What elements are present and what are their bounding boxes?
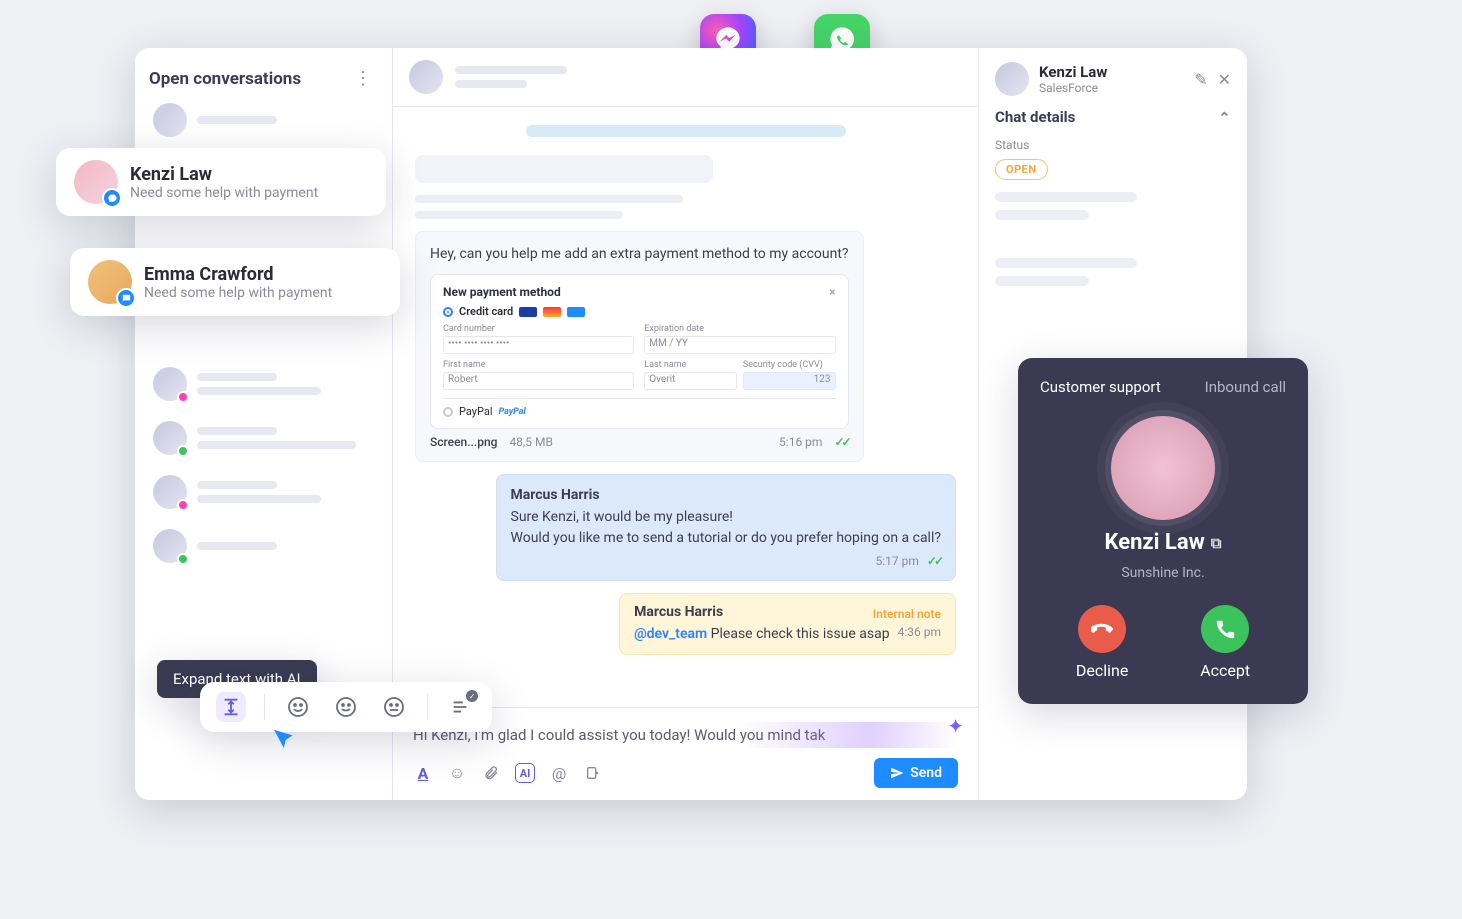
close-icon[interactable]: ✕	[1218, 70, 1231, 89]
summarize-icon[interactable]: ✓	[446, 692, 476, 722]
radio-empty-icon[interactable]	[443, 407, 453, 417]
phone-hangup-icon	[1078, 605, 1126, 653]
messenger-channel-icon	[102, 188, 122, 208]
cursor-icon	[269, 724, 300, 760]
message-text: Sure Kenzi, it would be my pleasure! Wou…	[511, 507, 942, 548]
conversation-item[interactable]	[149, 93, 378, 147]
note-sender: Marcus Harris	[634, 604, 723, 620]
avatar	[74, 160, 118, 204]
caller-company: Sunshine Inc.	[1121, 565, 1204, 581]
ai-suggestion-highlight	[738, 722, 958, 748]
paypal-option: PayPal	[459, 405, 493, 418]
first-name-input[interactable]: Robert	[443, 372, 634, 390]
mastercard-icon	[543, 307, 561, 317]
sidebar-menu-button[interactable]: ⋮	[348, 64, 378, 93]
call-type: Inbound call	[1205, 378, 1286, 396]
ai-button[interactable]: AI	[515, 763, 535, 783]
close-icon[interactable]: ×	[829, 285, 835, 299]
note-body: Please check this issue asap	[711, 626, 890, 642]
check-badge-icon: ✓	[466, 690, 478, 702]
last-name-label: Last name	[644, 360, 737, 370]
emoji-neutral-icon[interactable]	[379, 692, 409, 722]
insert-template-icon[interactable]	[583, 763, 603, 783]
emoji-icon[interactable]: ☺	[447, 763, 467, 783]
mention[interactable]: @dev_team	[634, 626, 707, 642]
message-skeleton	[415, 195, 713, 219]
avatar	[88, 260, 132, 304]
call-context: Customer support	[1040, 378, 1161, 396]
sparkle-icon: ✦	[947, 714, 964, 738]
message-sender: Marcus Harris	[511, 487, 942, 503]
conversation-preview-card[interactable]: Kenzi Law Need some help with payment	[56, 148, 386, 216]
payment-attachment[interactable]: New payment method × Credit card	[430, 274, 849, 429]
mention-icon[interactable]: @	[549, 763, 569, 783]
conversation-header	[393, 48, 978, 107]
caller-name: Kenzi Law	[1105, 530, 1205, 555]
text-format-icon[interactable]: A	[413, 763, 433, 783]
ai-action-bar: ✓	[200, 682, 492, 732]
chat-details-title: Chat details	[995, 108, 1075, 126]
outgoing-message: Marcus Harris Sure Kenzi, it would be my…	[496, 474, 957, 581]
conversation-item[interactable]	[149, 357, 378, 411]
radio-selected-icon[interactable]	[443, 307, 453, 317]
phone-icon	[1201, 605, 1249, 653]
amex-icon	[567, 307, 585, 317]
file-name: Screen...png	[430, 435, 497, 449]
file-size: 48,5 MB	[509, 435, 553, 449]
card-number-label: Card number	[443, 324, 634, 334]
edit-icon[interactable]: ✎	[1194, 70, 1207, 89]
chevron-up-icon[interactable]: ⌄	[1218, 108, 1231, 126]
card-preview: Need some help with payment	[144, 285, 332, 301]
note-time: 4:36 pm	[898, 624, 941, 641]
contact-source: SalesForce	[1039, 81, 1107, 95]
compose-input[interactable]: Hi Kenzi, I'm glad I could assist you to…	[413, 708, 958, 758]
contact-avatar	[995, 62, 1029, 96]
visa-icon	[519, 307, 537, 317]
expiration-input[interactable]: MM / YY	[644, 336, 835, 354]
attachment-icon[interactable]	[481, 763, 501, 783]
contact-name: Kenzi Law	[1039, 63, 1107, 81]
file-time: 5:16 pm	[779, 435, 822, 449]
internal-note-tag: Internal note	[873, 607, 941, 621]
emoji-smile-icon[interactable]	[331, 692, 361, 722]
card-name: Emma Crawford	[144, 264, 332, 285]
message-skeleton	[415, 155, 713, 183]
emoji-grin-icon[interactable]	[283, 692, 313, 722]
card-name: Kenzi Law	[130, 164, 318, 185]
paypal-icon: PayPal	[499, 407, 526, 417]
cvv-label: Security code (CVV)	[743, 360, 836, 370]
read-receipt-icon: ✓✓	[834, 435, 848, 449]
incoming-call-card: Customer support Inbound call Kenzi Law …	[1018, 358, 1308, 704]
conversation-item[interactable]	[149, 411, 378, 465]
status-label: Status	[995, 138, 1231, 152]
sidebar-title: Open conversations	[149, 69, 301, 89]
incoming-message: Hey, can you help me add an extra paymen…	[415, 231, 864, 462]
last-name-input[interactable]: Overit	[644, 372, 737, 390]
external-link-icon[interactable]: ⧉	[1211, 534, 1222, 552]
decline-call-button[interactable]: Decline	[1076, 605, 1128, 680]
cvv-input[interactable]: 123	[743, 372, 836, 390]
status-badge: OPEN	[995, 159, 1048, 180]
card-preview: Need some help with payment	[130, 185, 318, 201]
sms-channel-icon	[116, 288, 136, 308]
caller-avatar	[1111, 416, 1215, 520]
credit-card-option: Credit card	[459, 305, 513, 318]
message-text: Hey, can you help me add an extra paymen…	[430, 244, 849, 264]
accept-call-button[interactable]: Accept	[1200, 605, 1250, 680]
read-receipt-icon: ✓✓	[927, 554, 941, 568]
expand-text-icon[interactable]	[216, 692, 246, 722]
internal-note: Marcus Harris Internal note @dev_team Pl…	[619, 593, 956, 655]
send-icon	[890, 766, 904, 780]
expiration-label: Expiration date	[644, 324, 835, 334]
send-button[interactable]: Send	[874, 758, 958, 788]
conversation-item[interactable]	[149, 519, 378, 573]
conversation-preview-card[interactable]: Emma Crawford Need some help with paymen…	[70, 248, 400, 316]
conversation-item[interactable]	[149, 465, 378, 519]
first-name-label: First name	[443, 360, 634, 370]
attachment-title: New payment method	[443, 285, 561, 299]
card-number-input[interactable]: •••• •••• •••• ••••	[443, 336, 634, 354]
message-time: 5:17 pm	[876, 554, 919, 568]
date-divider	[526, 125, 846, 137]
